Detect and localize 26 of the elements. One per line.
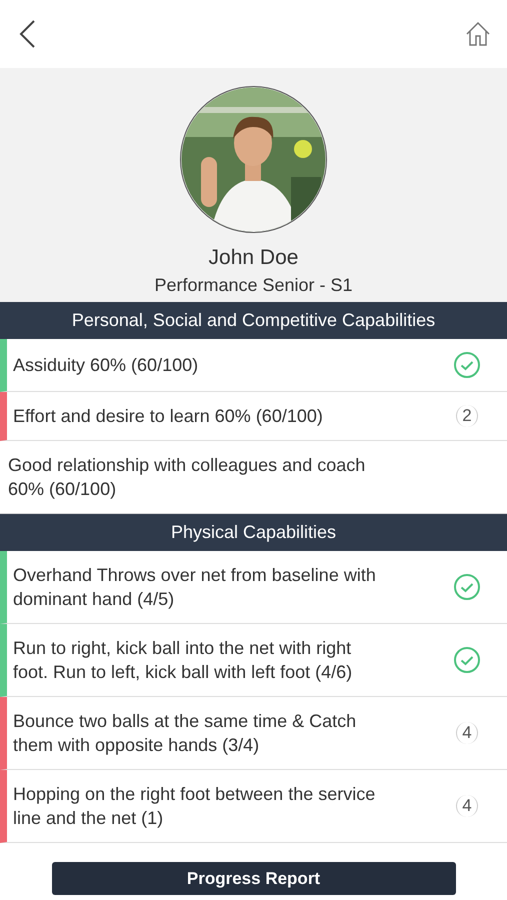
capability-row[interactable]: Run to right, kick ball into the net with right foot. Run to left, kick ball with left foot (4/6) [0,624,507,697]
capability-row[interactable]: Overhand Throws over net from baseline with dominant hand (4/5) [0,551,507,624]
progress-report-button[interactable]: Progress Report [52,862,456,895]
user-name: John Doe [208,245,298,271]
home-icon[interactable] [465,21,491,47]
capability-row[interactable]: Effort and desire to learn 60% (60/100) 2 [0,392,507,441]
capability-row[interactable]: Hopping on the right foot between the service line and the net (1) 4 [0,770,507,843]
count-badge: 4 [456,795,478,817]
capability-text: Run to right, kick ball into the net with right foot. Run to left, kick ball with left foot (4/6) [13,637,354,684]
section-header: Physical Capabilities [0,514,507,551]
section-header: Personal, Social and Competitive Capabilities [0,302,507,339]
capability-text: Effort and desire to learn 60% (60/100) [13,405,324,428]
capability-text: Hopping on the right foot between the service line and the net (1) [13,783,376,830]
check-circle-icon [453,351,481,379]
capability-text: Assiduity 60% (60/100) [13,354,200,377]
back-icon[interactable] [18,19,36,49]
count-badge: 4 [456,722,478,744]
capability-row[interactable]: Bounce two balls at the same time & Catch them with opposite hands (3/4) 4 [0,697,507,770]
capability-text: Bounce two balls at the same time & Catch them with opposite hands (3/4) [13,710,358,757]
count-badge: 2 [456,405,478,427]
check-circle-icon [453,573,481,601]
capability-row[interactable]: Assiduity 60% (60/100) [0,339,507,392]
check-circle-icon [453,646,481,674]
user-level: Performance Senior - S1 [154,274,353,297]
capability-text: Overhand Throws over net from baseline with dominant hand (4/5) [13,564,377,611]
capability-text: Good relationship with colleagues and coach 60% (60/100) [8,454,366,501]
